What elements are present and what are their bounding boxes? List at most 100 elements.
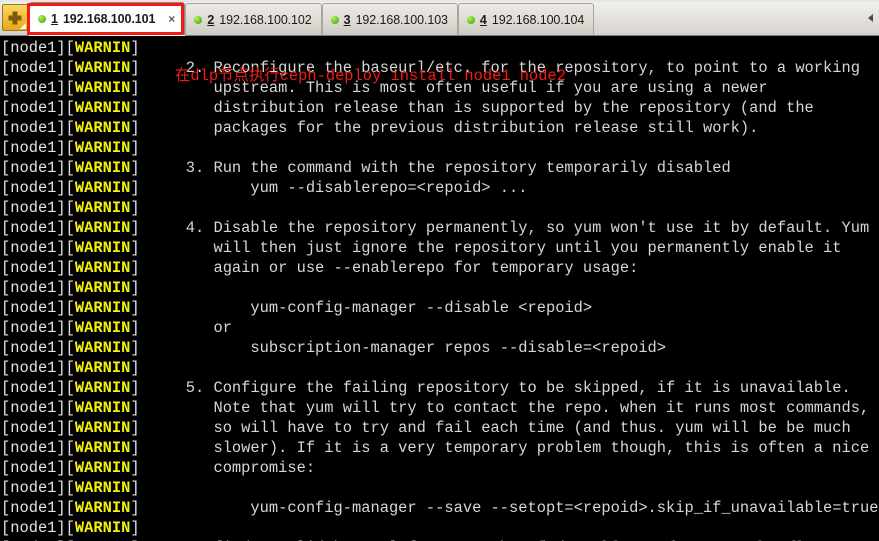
tab-status-led-icon [330, 15, 339, 24]
line-tag-open-bracket: [ [65, 419, 75, 437]
line-tag-open-bracket: [ [65, 159, 75, 177]
tab-1[interactable]: 1 192.168.100.101 × [29, 2, 186, 35]
line-tag-close-bracket: ] [130, 399, 140, 417]
terminal-output[interactable]: [node1][WARNIN] [node1][WARNIN] 2. Reconf… [0, 36, 879, 541]
line-body: so will have to try and fail each time (… [139, 419, 851, 437]
line-tag-close-bracket: ] [130, 159, 140, 177]
terminal-line: [node1][WARNIN] [1, 278, 879, 298]
tab-address-label: 192.168.100.101 [62, 12, 156, 26]
tab-index-label: 3 [343, 12, 351, 27]
line-tag-close-bracket: ] [130, 99, 140, 117]
tab-4[interactable]: 4 192.168.100.104 [457, 3, 595, 35]
terminal-line: [node1][WARNIN] compromise: [1, 458, 879, 478]
line-tag-close-bracket: ] [130, 219, 140, 237]
line-body: yum --disablerepo=<repoid> ... [139, 179, 528, 197]
line-prefix: [node1] [1, 359, 66, 377]
line-severity-tag: WARNIN [74, 139, 131, 157]
line-severity-tag: WARNIN [74, 199, 131, 217]
terminal-line: [node1][WARNIN] Note that yum will try t… [1, 398, 879, 418]
line-prefix: [node1] [1, 419, 66, 437]
line-tag-close-bracket: ] [130, 279, 140, 297]
line-tag-open-bracket: [ [65, 39, 75, 57]
new-tab-button[interactable] [2, 4, 28, 31]
line-prefix: [node1] [1, 179, 66, 197]
tab-2[interactable]: 2 192.168.100.102 [185, 3, 322, 35]
line-prefix: [node1] [1, 379, 66, 397]
line-severity-tag: WARNIN [74, 279, 131, 297]
line-severity-tag: WARNIN [74, 239, 131, 257]
line-severity-tag: WARNIN [74, 159, 131, 177]
line-prefix: [node1] [1, 119, 66, 137]
line-tag-close-bracket: ] [130, 499, 140, 517]
tab-list: 1 192.168.100.101 × 2 192.168.100.102 3 192.16… [29, 0, 595, 35]
line-body: packages for the previous distribution r… [139, 119, 759, 137]
line-tag-close-bracket: ] [130, 479, 140, 497]
line-severity-tag: WARNIN [74, 399, 131, 417]
line-prefix: [node1] [1, 99, 66, 117]
line-tag-close-bracket: ] [130, 359, 140, 377]
line-prefix: [node1] [1, 339, 66, 357]
chevron-left-icon [867, 13, 873, 22]
terminal-line: [node1][WARNIN] [1, 358, 879, 378]
line-body: will then just ignore the repository unt… [139, 239, 842, 257]
terminal-line: [node1][WARNIN] packages for the previou… [1, 118, 879, 138]
line-tag-close-bracket: ] [130, 379, 140, 397]
line-prefix: [node1] [1, 499, 66, 517]
line-prefix: [node1] [1, 59, 66, 77]
tab-close-icon[interactable]: × [168, 13, 175, 25]
line-body: distribution release than is supported b… [139, 99, 814, 117]
tab-3[interactable]: 3 192.168.100.103 [321, 3, 458, 35]
tab-scroll-left-button[interactable] [863, 0, 877, 35]
line-tag-close-bracket: ] [130, 299, 140, 317]
line-tag-open-bracket: [ [65, 139, 75, 157]
page-corner-icon [20, 23, 26, 29]
line-body: subscription-manager repos --disable=<re… [139, 339, 667, 357]
line-tag-close-bracket: ] [130, 339, 140, 357]
terminal-line: [node1][WARNIN] [1, 138, 879, 158]
line-prefix: [node1] [1, 139, 66, 157]
terminal-line: [node1][WARNIN] or [1, 318, 879, 338]
terminal-line: [node1][WARNIN] distribution release tha… [1, 98, 879, 118]
line-tag-open-bracket: [ [65, 499, 75, 517]
line-prefix: [node1] [1, 519, 66, 537]
line-tag-open-bracket: [ [65, 199, 75, 217]
terminal-line: [node1][WARNIN] yum-config-manager --sav… [1, 498, 879, 518]
line-severity-tag: WARNIN [74, 39, 131, 57]
line-prefix: [node1] [1, 39, 66, 57]
line-body: slower). If it is a very temporary probl… [139, 439, 870, 457]
line-severity-tag: WARNIN [74, 419, 131, 437]
line-prefix: [node1] [1, 459, 66, 477]
line-tag-open-bracket: [ [65, 399, 75, 417]
line-tag-close-bracket: ] [130, 59, 140, 77]
line-tag-close-bracket: ] [130, 319, 140, 337]
terminal-window: 1 192.168.100.101 × 2 192.168.100.102 3 192.16… [0, 0, 879, 541]
terminal-line: [node1][WARNIN] again or use --enablerep… [1, 258, 879, 278]
line-prefix: [node1] [1, 219, 66, 237]
line-body: 4. Disable the repository permanently, s… [139, 219, 870, 237]
line-tag-open-bracket: [ [65, 259, 75, 277]
terminal-line: [node1][WARNIN] [1, 38, 879, 58]
terminal-line: [node1][WARNIN] 5. Configure the failing… [1, 378, 879, 398]
line-body: again or use --enablerepo for temporary … [139, 259, 639, 277]
line-tag-open-bracket: [ [65, 179, 75, 197]
line-tag-close-bracket: ] [130, 79, 140, 97]
line-severity-tag: WARNIN [74, 359, 131, 377]
line-tag-close-bracket: ] [130, 419, 140, 437]
terminal-line: [node1][WARNIN] [1, 198, 879, 218]
line-severity-tag: WARNIN [74, 379, 131, 397]
red-annotation-text: 在dlp节点执行ceph-deploy install node1 node2 [175, 67, 566, 85]
line-body: yum-config-manager --disable <repoid> [139, 299, 593, 317]
line-body: Note that yum will try to contact the re… [139, 399, 870, 417]
line-body: yum-config-manager --save --setopt=<repo… [139, 499, 879, 517]
tab-index-label: 2 [207, 12, 215, 27]
tab-status-led-icon [194, 15, 203, 24]
line-body: 3. Run the command with the repository t… [139, 159, 731, 177]
line-severity-tag: WARNIN [74, 119, 131, 137]
terminal-line: [node1][WARNIN] [1, 518, 879, 538]
tab-status-led-icon [38, 15, 46, 23]
terminal-line: [node1][WARNIN] [1, 478, 879, 498]
tab-address-label: 192.168.100.103 [355, 12, 448, 27]
line-prefix: [node1] [1, 439, 66, 457]
terminal-line: [node1][WARNIN] yum --disablerepo=<repoi… [1, 178, 879, 198]
tab-address-label: 192.168.100.104 [491, 12, 585, 27]
